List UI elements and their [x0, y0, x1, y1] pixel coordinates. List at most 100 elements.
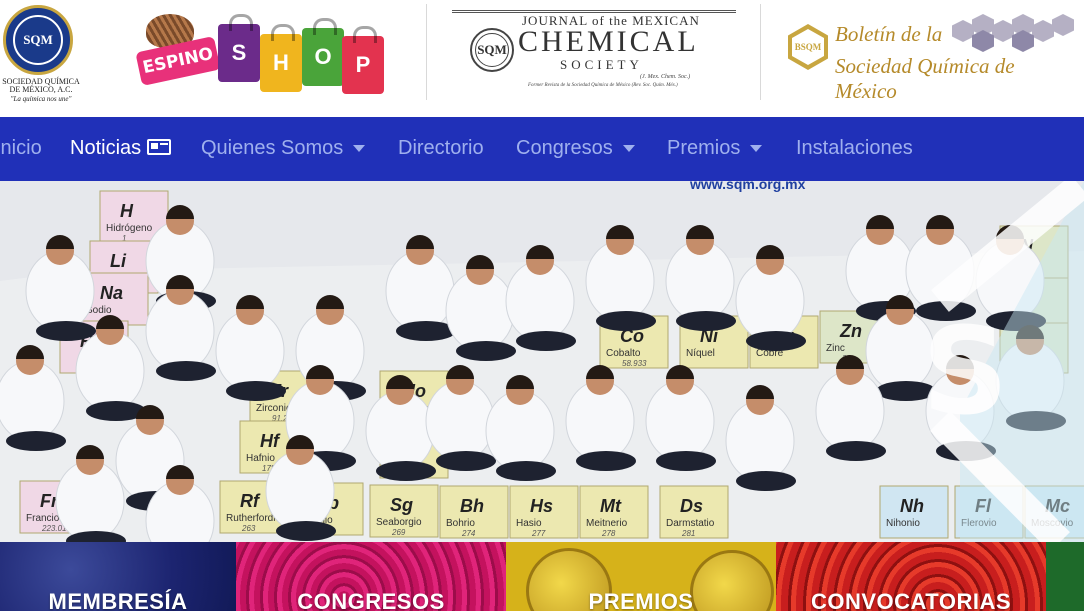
sqm-logo[interactable]: SQM SOCIEDAD QUÍMICA DE MÉXICO, A.C. "La…	[0, 4, 82, 103]
element-symbol: H	[120, 201, 134, 221]
element-symbol: Sg	[390, 495, 413, 515]
element-name: Darmstatio	[666, 518, 715, 529]
nav-item-instalaciones[interactable]: Instalaciones	[796, 137, 913, 160]
periodic-element-cell: Sg Seaborgio269	[369, 484, 439, 538]
periodic-element-cell: Mt Meitnerio278	[579, 485, 649, 539]
shopping-bag-icon: H	[260, 24, 302, 92]
header-divider	[426, 4, 427, 100]
tile-congresos[interactable]: CONGRESOS	[236, 542, 506, 611]
jmcs-line3: SOCIETY	[560, 57, 643, 72]
element-symbol: Nh	[900, 496, 924, 516]
hero-periodic-table-photo: HHidrógeno1LiLitio3NaSodio11Rb37CoCobalt…	[0, 181, 1084, 542]
nav-item-quienes-somos[interactable]: Quienes Somos	[201, 137, 366, 160]
sqm-logo-motto: "La química nos une"	[10, 95, 72, 103]
element-number: 263	[241, 524, 256, 533]
element-symbol: Hs	[530, 496, 553, 516]
jmcs-seal-initials: SQM	[477, 42, 507, 57]
element-name: Cobalto	[606, 348, 641, 359]
hero-url-text: www.sqm.org.mx	[689, 181, 806, 192]
site-header: SQM SOCIEDAD QUÍMICA DE MÉXICO, A.C. "La…	[0, 0, 1084, 117]
element-number: 269	[391, 528, 406, 537]
element-name: Francio	[26, 513, 60, 524]
element-number: 277	[531, 529, 546, 538]
nav-item-noticias[interactable]: Noticias	[70, 137, 172, 160]
nav-item-directorio[interactable]: Directorio	[398, 137, 484, 160]
molecule-icon	[972, 30, 994, 52]
bsqm-hex-icon: BSQM	[788, 24, 828, 70]
element-name: Níquel	[686, 348, 715, 359]
element-symbol: Zn	[839, 321, 862, 341]
sqm-seal-initials: SQM	[23, 32, 53, 47]
header-divider	[760, 4, 761, 100]
element-symbol: Li	[110, 251, 127, 271]
periodic-element-cell: Nh Nihonio	[879, 485, 949, 539]
hero-banner-image[interactable]: HHidrógeno1LiLitio3NaSodio11Rb37CoCobalt…	[0, 181, 1084, 542]
element-name: Seaborgio	[376, 517, 422, 528]
bsqm-line1: Boletín de la	[835, 22, 943, 46]
sqm-overlay-s: S	[922, 303, 1008, 442]
element-symbol: Bh	[460, 496, 484, 516]
tile-label: PREMIOS	[588, 589, 694, 611]
tile-label: CONVOCATORIAS	[810, 589, 1012, 611]
main-navbar: Inicio Noticias Quienes Somos Directorio…	[0, 117, 1084, 181]
jmcs-abbrev: (J. Mex. Chem. Soc.)	[640, 74, 691, 80]
nav-item-label: Inicio	[0, 137, 42, 159]
element-name: Nihonio	[886, 518, 920, 529]
nav-item-inicio[interactable]: Inicio	[0, 137, 42, 160]
element-name: Meitnerio	[586, 518, 628, 529]
molecule-icon	[952, 20, 974, 42]
nav-item-label: Congresos	[516, 137, 613, 159]
nav-item-congresos[interactable]: Congresos	[516, 137, 635, 160]
shopping-bag-icon: S	[218, 14, 260, 82]
tile-label: MEMBRESÍA	[48, 589, 188, 611]
tile-label: CONGRESOS	[297, 589, 445, 611]
chevron-down-icon	[353, 145, 366, 153]
tile-premios[interactable]: PREMIOS	[506, 542, 776, 611]
periodic-element-cell: Ds Darmstatio281	[659, 485, 729, 539]
periodic-element-cell: Bh Bohrio274	[439, 485, 509, 539]
element-name: Hafnio	[246, 453, 275, 464]
jmcs-former: Former Revista de la Sociedad Química de…	[528, 83, 678, 88]
sqm-seal-icon: SQM	[3, 5, 73, 75]
jmcs-line2: CHEMICAL	[518, 25, 699, 58]
feature-tiles: MEMBRESÍA CONGRESOS PREMIOS CONVOCATORIA…	[0, 542, 1084, 611]
bsqm-logo[interactable]: BSQM Boletín de la Sociedad Química de M…	[788, 14, 1078, 103]
element-symbol: Rf	[240, 491, 261, 511]
molecule-icon	[1012, 30, 1034, 52]
chevron-down-icon	[622, 145, 635, 153]
element-name: Zinc	[826, 343, 845, 354]
espino-shop-logo[interactable]: ESPINO S H O P	[135, 14, 386, 94]
molecule-icon	[1052, 14, 1074, 36]
nav-item-premios[interactable]: Premios	[667, 137, 763, 160]
element-name: Bohrio	[446, 518, 475, 529]
element-number: 58.933	[622, 359, 647, 368]
element-number: 278	[601, 529, 616, 538]
element-symbol: Mt	[600, 496, 622, 516]
tile-partial[interactable]	[1046, 542, 1084, 611]
jmcs-seal-icon: SQM	[470, 28, 514, 72]
tile-membresia[interactable]: MEMBRESÍA	[0, 542, 236, 611]
newspaper-icon	[147, 139, 172, 155]
sqm-logo-line2: DE MÉXICO, A.C.	[9, 85, 73, 94]
element-name: Hasio	[516, 518, 542, 529]
jmcs-logo[interactable]: SQM JOURNAL of the MEXICAN CHEMICAL SOCI…	[452, 10, 736, 94]
element-number: 274	[461, 529, 476, 538]
nav-item-label: Quienes Somos	[201, 137, 344, 159]
chevron-down-icon	[750, 145, 763, 153]
bsqm-line2: Sociedad Química de México	[835, 54, 1015, 103]
nav-item-label: Noticias	[70, 137, 142, 159]
espino-label: ESPINO	[135, 36, 221, 86]
element-symbol: Na	[100, 283, 123, 303]
element-symbol: Ds	[680, 496, 703, 516]
nav-item-label: Instalaciones	[796, 137, 913, 159]
periodic-element-cell: Hs Hasio277	[509, 485, 579, 539]
nav-item-label: Premios	[667, 137, 741, 159]
tile-convocatorias[interactable]: CONVOCATORIAS	[776, 542, 1046, 611]
shopping-bag-icon: O	[302, 18, 344, 86]
element-number: 281	[681, 529, 695, 538]
molecule-icon	[992, 20, 1014, 42]
nav-item-label: Directorio	[398, 137, 484, 159]
shopping-bag-icon: P	[342, 26, 384, 94]
molecule-icon	[1032, 20, 1054, 42]
element-name: Hidrógeno	[106, 223, 153, 234]
